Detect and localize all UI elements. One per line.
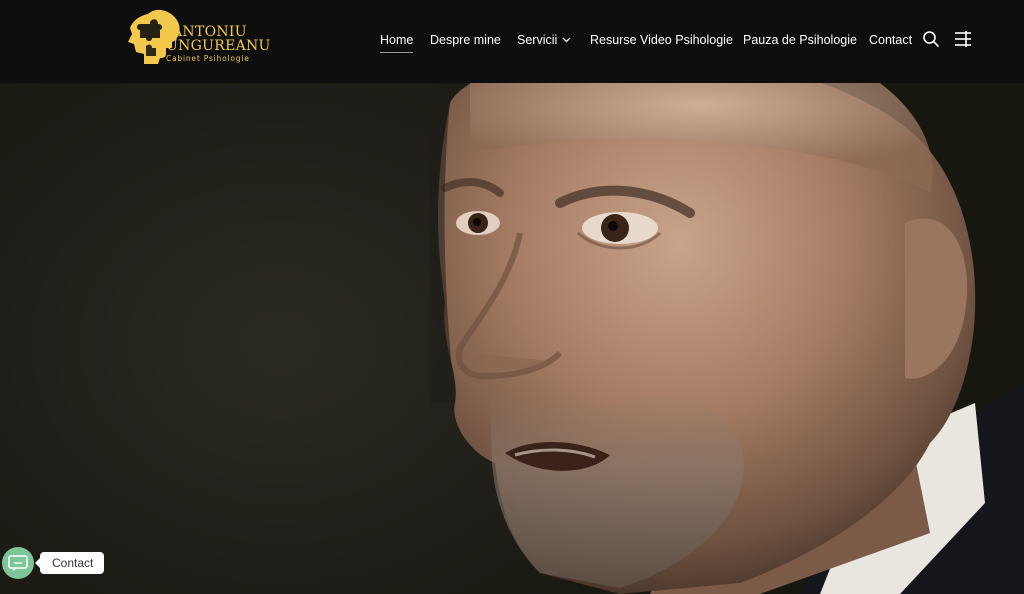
nav-item-servicii[interactable]: Servicii	[517, 32, 571, 48]
brand-name-first: ANTONIU	[172, 24, 247, 40]
brand-name-last: UNGUREANU	[166, 38, 271, 54]
contact-chat-button[interactable]	[2, 547, 34, 579]
chat-icon	[8, 555, 28, 571]
site-header: ANTONIU UNGUREANU Cabinet Psihologie Hom…	[0, 0, 1024, 83]
nav-item-despre-mine[interactable]: Despre mine	[430, 32, 501, 48]
nav-item-home[interactable]: Home	[380, 32, 414, 53]
brand-subtitle: Cabinet Psihologie	[166, 54, 250, 63]
nav-item-pauza-de-psihologie[interactable]: Pauza de Psihologie	[743, 32, 857, 48]
nav-item-servicii-label: Servicii	[517, 33, 558, 47]
contact-widget-label[interactable]: Contact	[34, 552, 105, 574]
nav-item-resurse-video[interactable]: Resurse Video Psihologie	[590, 32, 733, 48]
portrait-image	[430, 83, 1024, 594]
search-icon[interactable]	[922, 30, 942, 50]
menu-icon[interactable]	[953, 30, 973, 50]
hero-portrait-photo	[0, 83, 1024, 594]
brand-logo[interactable]: ANTONIU UNGUREANU Cabinet Psihologie	[126, 8, 270, 66]
chevron-down-icon	[562, 37, 571, 43]
nav-item-contact[interactable]: Contact	[869, 32, 912, 48]
